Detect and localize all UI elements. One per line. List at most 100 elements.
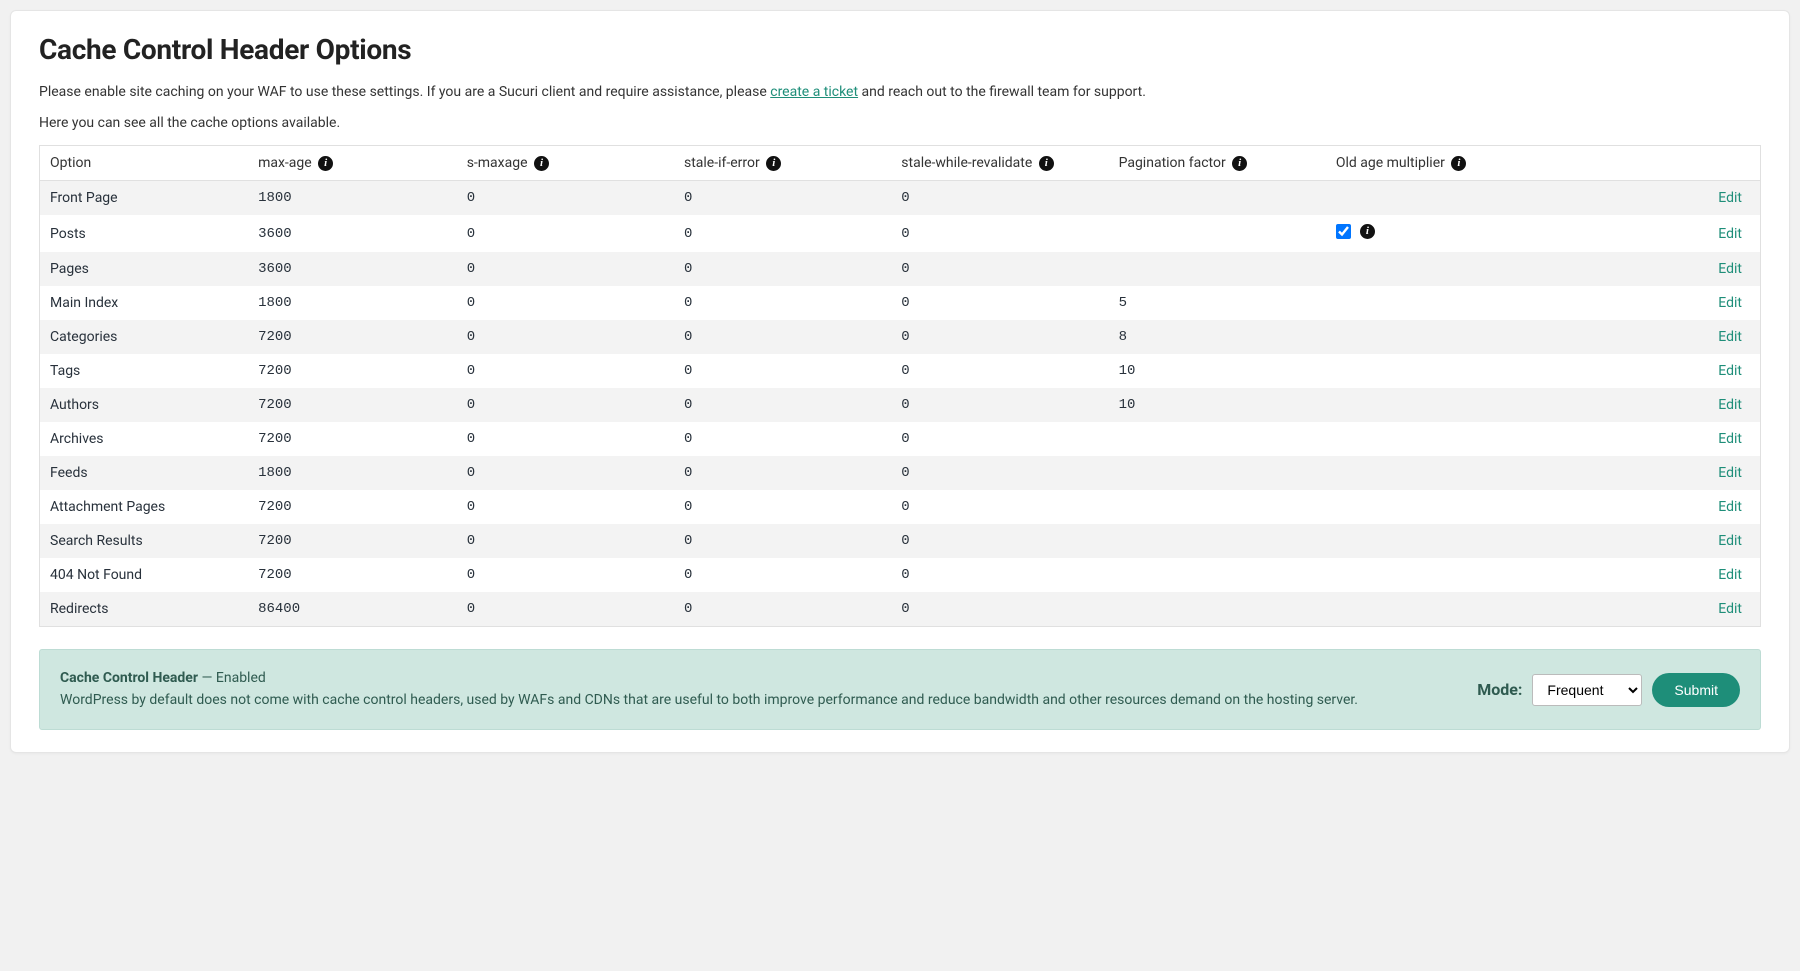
edit-link[interactable]: Edit bbox=[1718, 397, 1742, 413]
page-title: Cache Control Header Options bbox=[39, 33, 1761, 66]
table-row: Main Index18000005Edit bbox=[40, 286, 1761, 320]
status-label: Cache Control Header bbox=[60, 670, 198, 686]
table-row: Search Results7200000Edit bbox=[40, 524, 1761, 558]
status-box: Cache Control Header — Enabled WordPress… bbox=[39, 649, 1761, 730]
old-age-checkbox[interactable] bbox=[1336, 224, 1351, 239]
info-icon[interactable]: i bbox=[1232, 156, 1247, 171]
mode-select[interactable]: Frequent bbox=[1532, 674, 1642, 706]
cell-pagination bbox=[1109, 422, 1326, 456]
cell-stale-if-error: 0 bbox=[674, 490, 891, 524]
edit-link[interactable]: Edit bbox=[1718, 465, 1742, 481]
table-row: Pages3600000Edit bbox=[40, 252, 1761, 286]
edit-link[interactable]: Edit bbox=[1718, 601, 1742, 617]
cell-stale-if-error: 0 bbox=[674, 422, 891, 456]
cell-option: Tags bbox=[40, 354, 249, 388]
cell-edit: Edit bbox=[1534, 388, 1760, 422]
info-icon[interactable]: i bbox=[1039, 156, 1054, 171]
edit-link[interactable]: Edit bbox=[1718, 295, 1742, 311]
cell-old-age bbox=[1326, 354, 1535, 388]
cell-old-age: i bbox=[1326, 215, 1535, 252]
table-row: Feeds1800000Edit bbox=[40, 456, 1761, 490]
status-text: Cache Control Header — Enabled WordPress… bbox=[60, 668, 1453, 711]
edit-link[interactable]: Edit bbox=[1718, 329, 1742, 345]
col-old-age-multiplier: Old age multiplier i bbox=[1326, 146, 1535, 181]
info-icon[interactable]: i bbox=[766, 156, 781, 171]
cell-option: Archives bbox=[40, 422, 249, 456]
cell-edit: Edit bbox=[1534, 320, 1760, 354]
sub-text: Here you can see all the cache options a… bbox=[39, 115, 1761, 131]
info-icon[interactable]: i bbox=[318, 156, 333, 171]
cell-option: Search Results bbox=[40, 524, 249, 558]
cell-stale-if-error: 0 bbox=[674, 320, 891, 354]
edit-link[interactable]: Edit bbox=[1718, 533, 1742, 549]
table-row: Archives7200000Edit bbox=[40, 422, 1761, 456]
info-icon[interactable]: i bbox=[534, 156, 549, 171]
cell-edit: Edit bbox=[1534, 215, 1760, 252]
cell-pagination bbox=[1109, 592, 1326, 627]
cell-max-age: 7200 bbox=[248, 354, 457, 388]
cell-s-maxage: 0 bbox=[457, 320, 674, 354]
cell-pagination: 10 bbox=[1109, 354, 1326, 388]
cell-old-age bbox=[1326, 181, 1535, 216]
table-row: Redirects86400000Edit bbox=[40, 592, 1761, 627]
cell-old-age bbox=[1326, 422, 1535, 456]
cell-s-maxage: 0 bbox=[457, 286, 674, 320]
table-row: Attachment Pages7200000Edit bbox=[40, 490, 1761, 524]
cell-option: Main Index bbox=[40, 286, 249, 320]
edit-link[interactable]: Edit bbox=[1718, 499, 1742, 515]
edit-link[interactable]: Edit bbox=[1718, 567, 1742, 583]
cell-old-age bbox=[1326, 524, 1535, 558]
info-icon[interactable]: i bbox=[1451, 156, 1466, 171]
cell-old-age bbox=[1326, 320, 1535, 354]
cell-stale-while-revalidate: 0 bbox=[891, 592, 1108, 627]
cell-option: Front Page bbox=[40, 181, 249, 216]
col-pagination-factor: Pagination factor i bbox=[1109, 146, 1326, 181]
status-separator: — bbox=[198, 670, 216, 686]
cell-old-age bbox=[1326, 388, 1535, 422]
cell-max-age: 3600 bbox=[248, 252, 457, 286]
cell-edit: Edit bbox=[1534, 181, 1760, 216]
cell-s-maxage: 0 bbox=[457, 354, 674, 388]
col-stale-if-error: stale-if-error i bbox=[674, 146, 891, 181]
cell-stale-if-error: 0 bbox=[674, 354, 891, 388]
cell-stale-while-revalidate: 0 bbox=[891, 181, 1108, 216]
edit-link[interactable]: Edit bbox=[1718, 226, 1742, 242]
cell-max-age: 1800 bbox=[248, 286, 457, 320]
edit-link[interactable]: Edit bbox=[1718, 431, 1742, 447]
cell-edit: Edit bbox=[1534, 422, 1760, 456]
cell-stale-if-error: 0 bbox=[674, 388, 891, 422]
cell-max-age: 1800 bbox=[248, 456, 457, 490]
cell-s-maxage: 0 bbox=[457, 524, 674, 558]
cell-stale-if-error: 0 bbox=[674, 456, 891, 490]
edit-link[interactable]: Edit bbox=[1718, 261, 1742, 277]
cache-control-panel: Cache Control Header Options Please enab… bbox=[10, 10, 1790, 753]
cell-s-maxage: 0 bbox=[457, 215, 674, 252]
cell-edit: Edit bbox=[1534, 456, 1760, 490]
cell-old-age bbox=[1326, 286, 1535, 320]
cell-stale-if-error: 0 bbox=[674, 181, 891, 216]
cell-option: Feeds bbox=[40, 456, 249, 490]
cell-pagination bbox=[1109, 524, 1326, 558]
edit-link[interactable]: Edit bbox=[1718, 363, 1742, 379]
submit-button[interactable]: Submit bbox=[1652, 673, 1740, 707]
cell-max-age: 1800 bbox=[248, 181, 457, 216]
info-icon[interactable]: i bbox=[1360, 224, 1375, 239]
cell-edit: Edit bbox=[1534, 354, 1760, 388]
table-header-row: Option max-age i s-maxage i stale-if-err… bbox=[40, 146, 1761, 181]
cell-pagination: 8 bbox=[1109, 320, 1326, 354]
cell-max-age: 7200 bbox=[248, 490, 457, 524]
cell-edit: Edit bbox=[1534, 252, 1760, 286]
create-ticket-link[interactable]: create a ticket bbox=[770, 84, 858, 100]
col-option: Option bbox=[40, 146, 249, 181]
cell-stale-while-revalidate: 0 bbox=[891, 388, 1108, 422]
cell-s-maxage: 0 bbox=[457, 181, 674, 216]
cell-stale-if-error: 0 bbox=[674, 558, 891, 592]
cell-stale-while-revalidate: 0 bbox=[891, 286, 1108, 320]
cell-s-maxage: 0 bbox=[457, 490, 674, 524]
table-row: Posts3600000 iEdit bbox=[40, 215, 1761, 252]
cell-stale-while-revalidate: 0 bbox=[891, 456, 1108, 490]
edit-link[interactable]: Edit bbox=[1718, 190, 1742, 206]
cell-pagination bbox=[1109, 252, 1326, 286]
cell-old-age bbox=[1326, 456, 1535, 490]
cell-pagination: 5 bbox=[1109, 286, 1326, 320]
